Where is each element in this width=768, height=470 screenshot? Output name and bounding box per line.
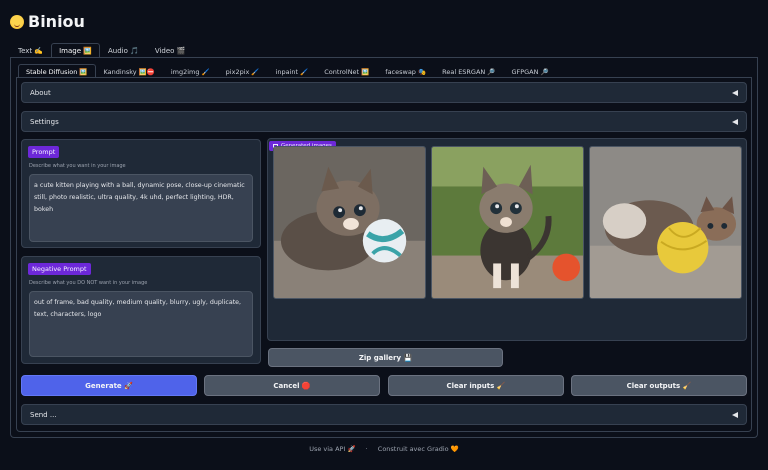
prompt-label: Prompt [28, 146, 60, 158]
negative-prompt-label: Negative Prompt [28, 263, 91, 275]
tab-img2img[interactable]: img2img 🖌️ [163, 64, 218, 78]
negative-prompt-hint: Describe what you DO NOT want in your im… [29, 280, 148, 286]
sub-tab-bar: Stable Diffusion 🖼️ Kandinsky 🖼️⛔ img2im… [18, 64, 557, 78]
generated-images-gallery: Generated images [267, 138, 747, 341]
built-with-gradio-link[interactable]: Construit avec Gradio 🧡 [378, 445, 459, 453]
tab-controlnet[interactable]: ControlNet 🖼️ [316, 64, 377, 78]
about-accordion-label: About [30, 88, 51, 97]
tab-video[interactable]: Video 🎬 [147, 43, 194, 58]
send-accordion[interactable]: Send ... [21, 404, 747, 425]
collapse-arrow-icon [732, 118, 738, 125]
tab-gfpgan[interactable]: GFPGAN 🔎 [503, 64, 556, 78]
footer: Use via API 🚀 · Construit avec Gradio 🧡 [0, 445, 768, 453]
about-accordion[interactable]: About [21, 82, 747, 103]
send-accordion-label: Send ... [30, 410, 57, 419]
tab-pix2pix[interactable]: pix2pix 🖌️ [218, 64, 268, 78]
tab-inpaint[interactable]: inpaint 🖌️ [268, 64, 317, 78]
negative-prompt-textarea[interactable]: out of frame, bad quality, medium qualit… [29, 291, 253, 357]
clear-outputs-button[interactable]: Clear outputs 🧹 [571, 375, 747, 396]
app-title: Biniou [10, 12, 85, 31]
footer-separator: · [365, 445, 368, 453]
tab-text[interactable]: Text ✍️ [10, 43, 51, 58]
collapse-arrow-icon [732, 411, 738, 418]
tab-image[interactable]: Image 🖼️ [51, 43, 100, 58]
tab-stable-diffusion[interactable]: Stable Diffusion 🖼️ [18, 64, 96, 78]
tab-audio[interactable]: Audio 🎵 [100, 43, 147, 58]
clear-inputs-button[interactable]: Clear inputs 🧹 [388, 375, 564, 396]
prompt-hint: Describe what you want in your image [29, 163, 126, 169]
use-via-api-link[interactable]: Use via API 🚀 [309, 445, 355, 453]
generated-image-3[interactable] [589, 146, 742, 299]
generate-button[interactable]: Generate 🚀 [21, 375, 197, 396]
prompt-block: Prompt Describe what you want in your im… [21, 139, 261, 248]
top-tab-bar: Text ✍️ Image 🖼️ Audio 🎵 Video 🎬 [10, 43, 193, 58]
tab-real-esrgan[interactable]: Real ESRGAN 🔎 [434, 64, 503, 78]
tab-kandinsky[interactable]: Kandinsky 🖼️⛔ [96, 64, 163, 78]
settings-accordion[interactable]: Settings [21, 111, 747, 132]
generated-image-2[interactable] [431, 146, 584, 299]
settings-accordion-label: Settings [30, 117, 59, 126]
collapse-arrow-icon [732, 89, 738, 96]
app-title-text: Biniou [28, 12, 85, 31]
cancel-button[interactable]: Cancel 🛑 [204, 375, 380, 396]
negative-prompt-block: Negative Prompt Describe what you DO NOT… [21, 256, 261, 364]
zip-gallery-button[interactable]: Zip gallery 💾 [268, 348, 503, 367]
tab-faceswap[interactable]: faceswap 🎭 [377, 64, 434, 78]
smiley-icon [10, 14, 24, 29]
generated-image-1[interactable] [273, 146, 426, 299]
prompt-textarea[interactable]: a cute kitten playing with a ball, dynam… [29, 174, 253, 242]
